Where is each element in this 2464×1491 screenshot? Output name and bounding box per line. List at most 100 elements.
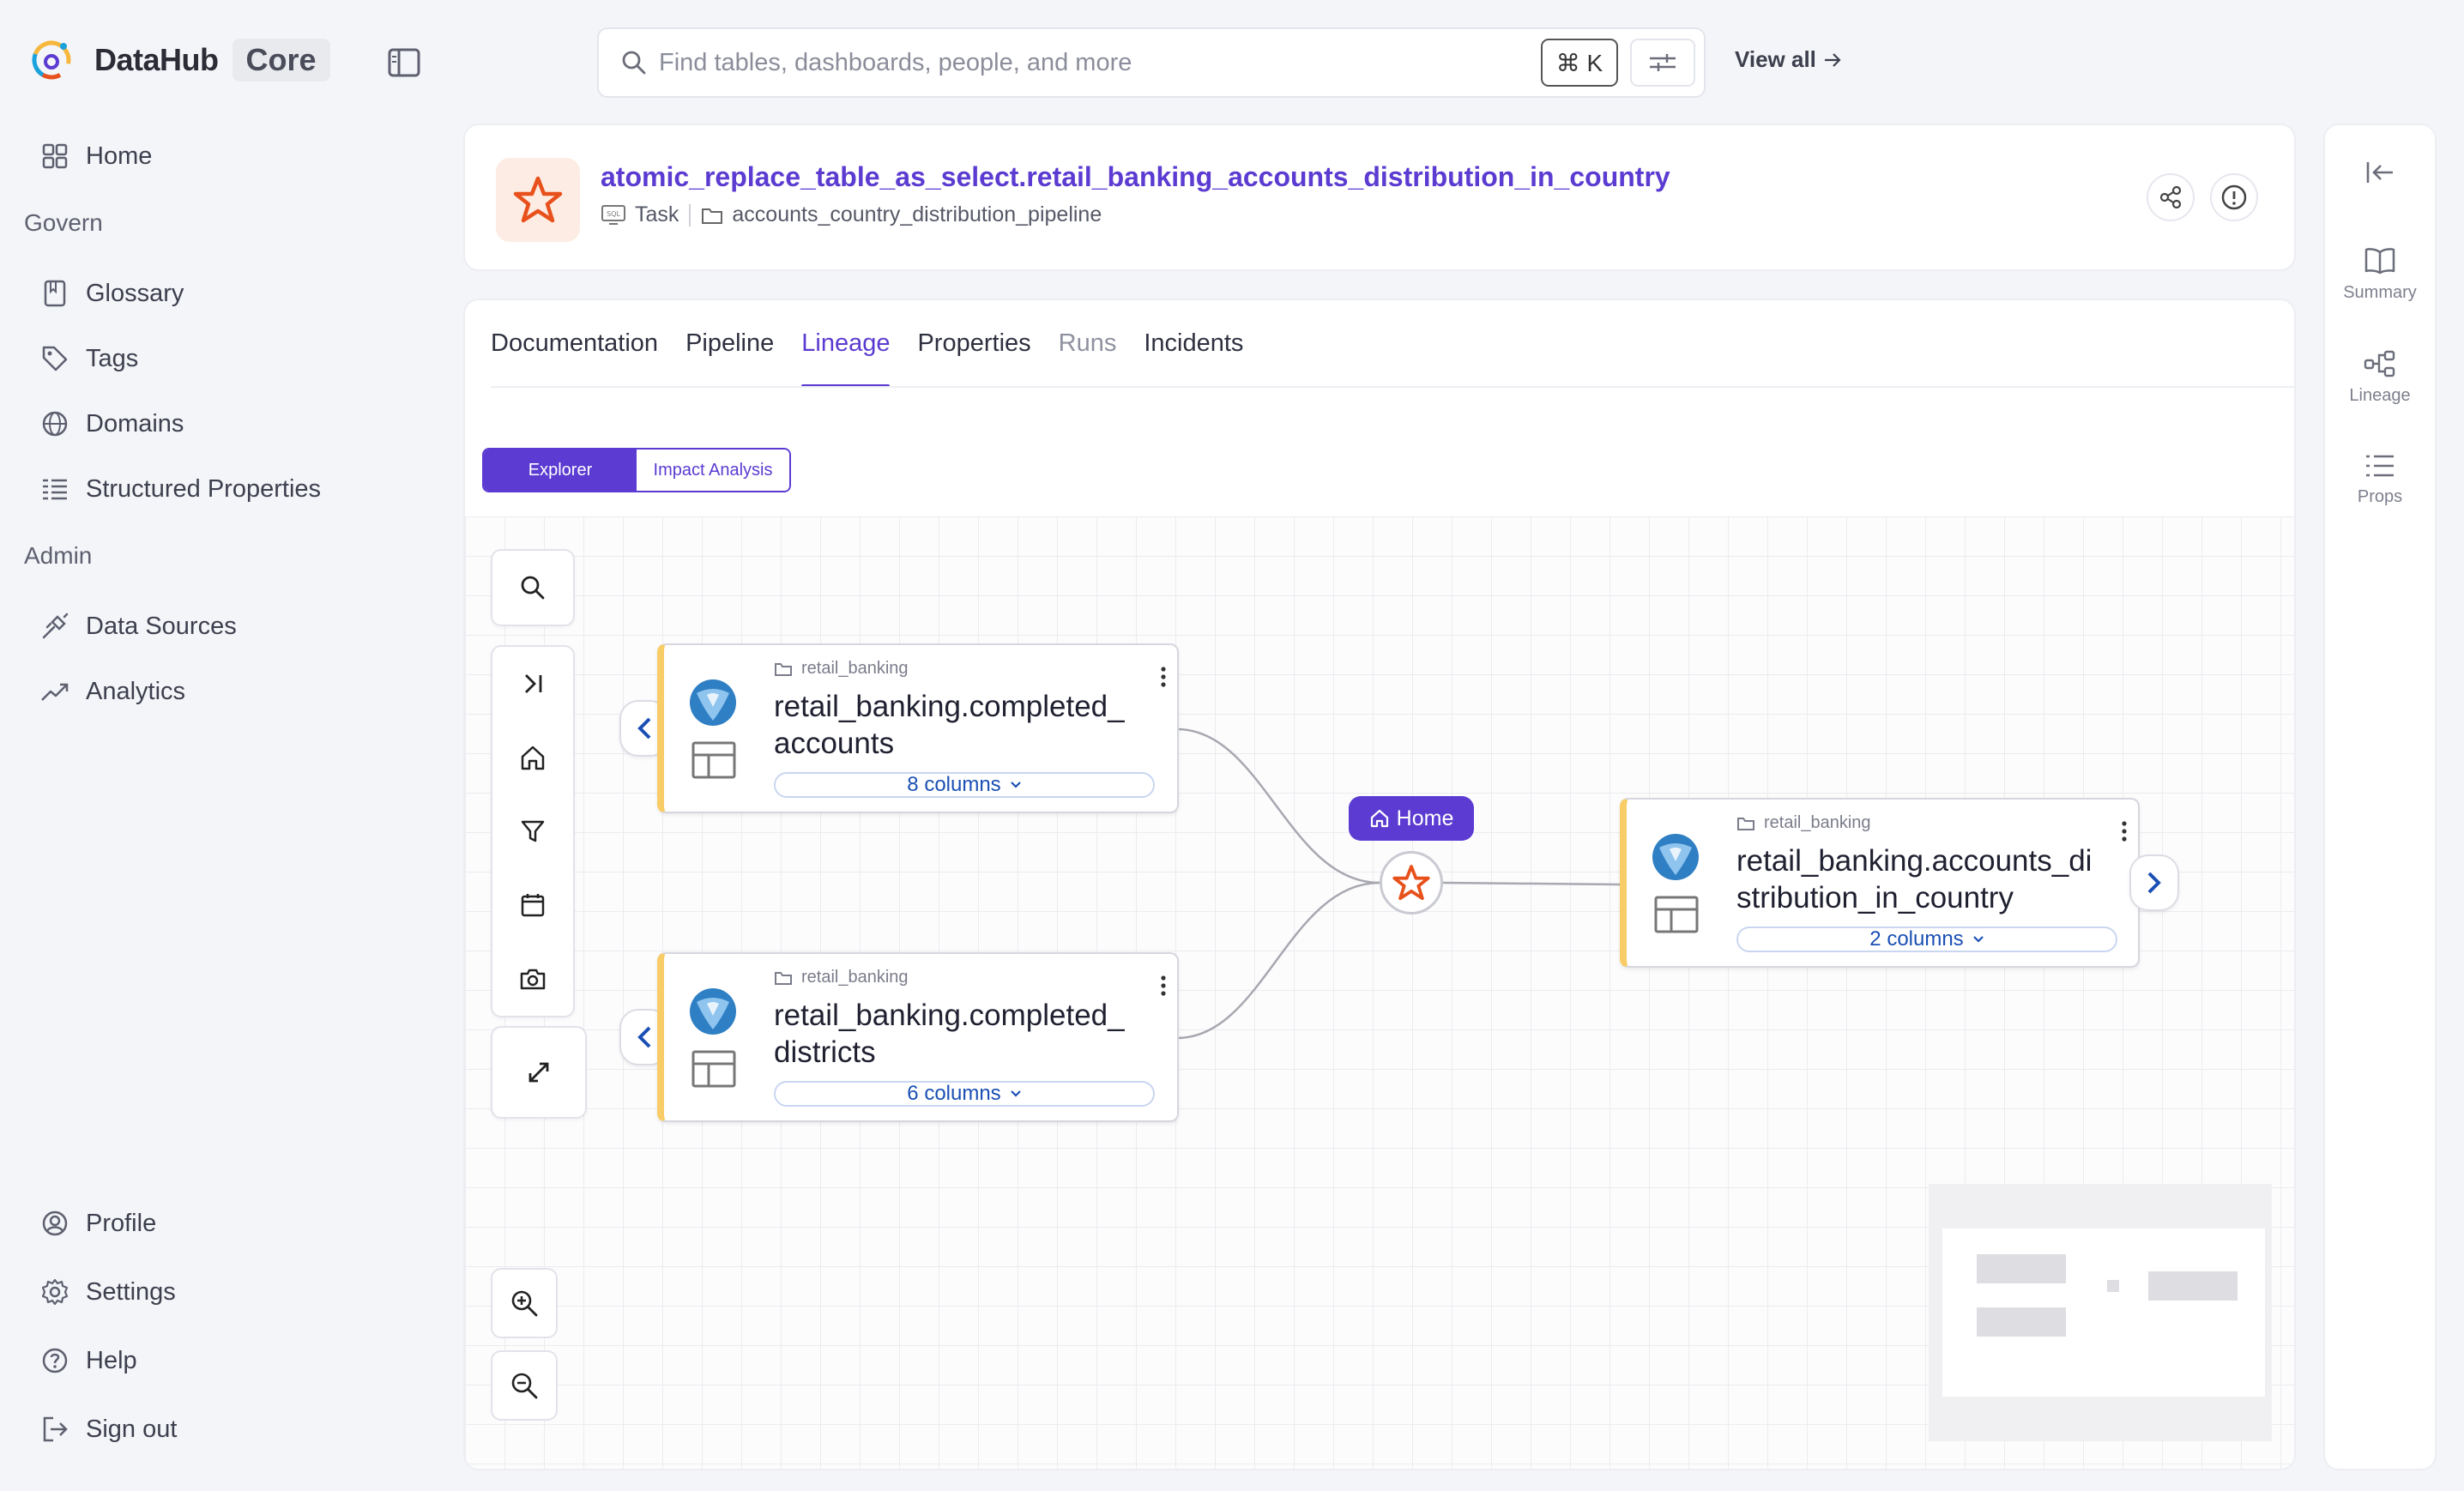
- node-container[interactable]: retail_banking: [1736, 813, 1871, 833]
- impact-analysis-mode-button[interactable]: Impact Analysis: [637, 450, 789, 491]
- home-node-badge: Home: [1349, 796, 1474, 841]
- filter-button[interactable]: [492, 794, 573, 868]
- tab-properties[interactable]: Properties: [917, 300, 1030, 386]
- sidebar-item-home[interactable]: Home: [39, 137, 152, 175]
- minimap-viewport[interactable]: [1942, 1228, 2265, 1397]
- calendar-icon: [521, 894, 545, 917]
- filter-icon: [521, 820, 545, 842]
- zoom-out-button[interactable]: [491, 1350, 558, 1421]
- divider: [689, 203, 691, 226]
- edge-task-to-output: [1442, 881, 1621, 886]
- sidebar-item-sign-out[interactable]: Sign out: [39, 1410, 177, 1448]
- gear-icon: [39, 1277, 70, 1307]
- sidebar-item-label: Glossary: [86, 279, 184, 307]
- node-title[interactable]: retail_banking.completed_ accounts: [774, 688, 1169, 762]
- sidebar-item-help[interactable]: Help: [39, 1342, 137, 1379]
- book-icon: [39, 278, 70, 309]
- rail-item-props[interactable]: Props: [2325, 453, 2435, 507]
- sidebar-item-tags[interactable]: Tags: [39, 340, 138, 377]
- node-title-line: stribution_in_country: [1736, 881, 2014, 915]
- node-container[interactable]: retail_banking: [774, 968, 909, 987]
- share-button[interactable]: [2147, 173, 2195, 221]
- rail-item-summary[interactable]: Summary: [2325, 247, 2435, 303]
- node-folder-label: retail_banking: [801, 968, 909, 987]
- entity-header: atomic_replace_table_as_select.retail_ba…: [463, 124, 2296, 271]
- sidebar-toggle-button[interactable]: [388, 48, 420, 77]
- table-icon: [1654, 896, 1699, 933]
- tab-pipeline[interactable]: Pipeline: [685, 300, 774, 386]
- right-sidebar: Summary Lineage Props: [2323, 124, 2437, 1470]
- node-menu-button[interactable]: [2121, 820, 2128, 844]
- node-folder-label: retail_banking: [1764, 813, 1871, 832]
- tab-lineage[interactable]: Lineage: [801, 300, 891, 388]
- zoom-in-button[interactable]: [491, 1268, 558, 1338]
- fullscreen-button[interactable]: [492, 1028, 585, 1117]
- home-icon: [521, 746, 545, 770]
- fullscreen-toolbar: [491, 1026, 587, 1119]
- sidebar-item-domains[interactable]: Domains: [39, 405, 184, 443]
- keyboard-shortcut-badge: ⌘ K: [1541, 39, 1618, 87]
- search-icon: [622, 51, 646, 75]
- node-title[interactable]: retail_banking.accounts_di stribution_in_…: [1736, 842, 2131, 916]
- time-range-button[interactable]: [492, 868, 573, 942]
- node-title-line: retail_banking.accounts_di: [1736, 844, 2093, 878]
- explorer-mode-button[interactable]: Explorer: [484, 450, 637, 491]
- camera-icon: [520, 969, 546, 990]
- database-platform-icon: [1652, 834, 1699, 880]
- lineage-minimap[interactable]: [1929, 1184, 2272, 1441]
- svg-text:SQL: SQL: [607, 210, 620, 218]
- screenshot-button[interactable]: [492, 942, 573, 1016]
- node-columns-toggle[interactable]: 6 columns: [774, 1081, 1155, 1107]
- alert-button[interactable]: [2210, 173, 2258, 221]
- table-icon: [691, 741, 736, 779]
- share-icon: [2159, 185, 2182, 209]
- node-columns-label: 6 columns: [907, 1082, 1001, 1105]
- lineage-search-button[interactable]: [492, 551, 573, 625]
- node-container[interactable]: retail_banking: [774, 659, 909, 679]
- app-logo[interactable]: DataHub Core: [27, 36, 330, 84]
- govern-heading: Govern: [24, 209, 103, 236]
- sidebar-item-data-sources[interactable]: Data Sources: [39, 607, 237, 645]
- rail-item-label: Lineage: [2349, 386, 2411, 405]
- node-columns-toggle[interactable]: 2 columns: [1736, 927, 2117, 952]
- sidebar-item-label: Settings: [86, 1277, 176, 1306]
- entity-title[interactable]: atomic_replace_table_as_select.retail_ba…: [601, 161, 1670, 193]
- sidebar-item-structured-properties[interactable]: Structured Properties: [39, 470, 321, 508]
- node-folder-label: retail_banking: [801, 659, 909, 678]
- sidebar-item-glossary[interactable]: Glossary: [39, 275, 184, 312]
- alert-circle-icon: [2221, 184, 2247, 210]
- plug-icon: [39, 611, 70, 642]
- search-input[interactable]: Find tables, dashboards, people, and mor…: [659, 49, 1541, 77]
- recenter-home-button[interactable]: [492, 721, 573, 794]
- tab-incidents[interactable]: Incidents: [1144, 300, 1243, 386]
- node-menu-button[interactable]: [1160, 975, 1167, 999]
- node-title-line: districts: [774, 1035, 876, 1069]
- expand-all-button[interactable]: [492, 647, 573, 721]
- sidebar-collapse-icon: [388, 48, 420, 77]
- lineage-node[interactable]: retail_banking retail_banking.completed_…: [657, 643, 1179, 813]
- lineage-canvas[interactable]: retail_banking retail_banking.completed_…: [465, 516, 2294, 1469]
- user-circle-icon: [39, 1208, 70, 1239]
- lineage-node[interactable]: retail_banking retail_banking.completed_…: [657, 952, 1179, 1122]
- task-node[interactable]: [1380, 851, 1443, 915]
- search-filters-button[interactable]: [1630, 39, 1695, 87]
- tab-runs[interactable]: Runs: [1059, 300, 1117, 386]
- node-menu-button[interactable]: [1160, 666, 1167, 690]
- rail-item-lineage[interactable]: Lineage: [2325, 350, 2435, 406]
- sidebar-item-label: Profile: [86, 1209, 157, 1237]
- lineage-controls-toolbar: [491, 645, 575, 1017]
- pipeline-link[interactable]: accounts_country_distribution_pipeline: [732, 202, 1102, 227]
- sidebar-item-settings[interactable]: Settings: [39, 1273, 176, 1311]
- tab-documentation[interactable]: Documentation: [491, 300, 658, 386]
- collapse-sidebar-button[interactable]: [2325, 160, 2435, 194]
- node-title[interactable]: retail_banking.completed_ districts: [774, 997, 1169, 1071]
- sidebar-item-profile[interactable]: Profile: [39, 1204, 156, 1242]
- view-all-link[interactable]: View all: [1735, 46, 1842, 73]
- sidebar-item-analytics[interactable]: Analytics: [39, 673, 185, 710]
- node-columns-toggle[interactable]: 8 columns: [774, 772, 1155, 798]
- lineage-node[interactable]: retail_banking retail_banking.accounts_d…: [1620, 798, 2140, 968]
- expand-downstream-button[interactable]: [2129, 854, 2179, 911]
- entity-content: Documentation Pipeline Lineage Propertie…: [463, 299, 2296, 1470]
- global-search[interactable]: Find tables, dashboards, people, and mor…: [597, 27, 1706, 98]
- node-title-line: retail_banking.completed_: [774, 999, 1125, 1032]
